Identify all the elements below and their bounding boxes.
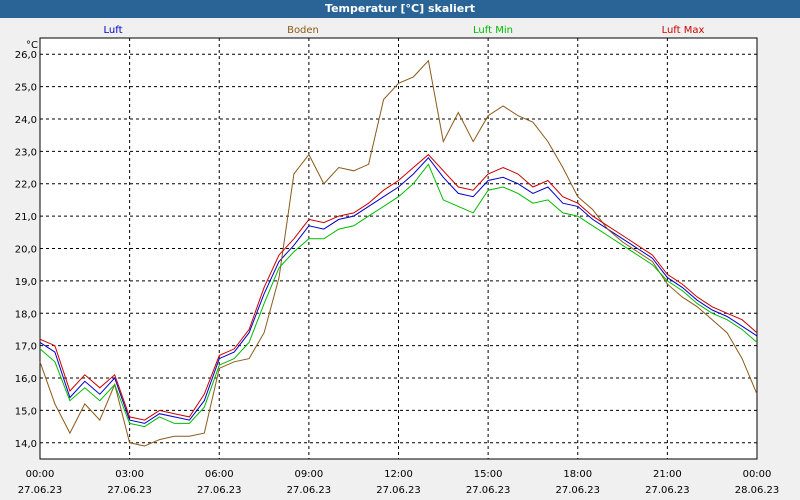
x-tick-time: 18:00 (563, 469, 592, 480)
x-tick-time: 15:00 (474, 469, 503, 480)
x-tick-time: 21:00 (653, 469, 682, 480)
x-tick-time: 12:00 (384, 469, 413, 480)
legend: Luft Boden Luft Min Luft Max (104, 25, 705, 36)
y-tick-label: 17,0 (15, 342, 37, 353)
window-title: Temperatur [°C] skaliert (0, 0, 800, 18)
y-tick-label: 16,0 (15, 374, 37, 385)
x-tick-time: 00:00 (743, 469, 772, 480)
legend-item-boden: Boden (287, 25, 319, 36)
y-tick-label: 20,0 (15, 245, 37, 256)
x-axis-ticks: 00:00 27.06.23 03:00 27.06.23 06:00 27.06.23 0… (18, 469, 780, 496)
temperature-chart: °C 14,015,016,017,018,019,020,021,022,02… (15, 25, 780, 496)
legend-item-luft: Luft (104, 25, 123, 36)
y-tick-label: 25,0 (15, 83, 37, 94)
x-tick-time: 03:00 (115, 469, 144, 480)
y-tick-label: 23,0 (15, 147, 37, 158)
y-tick-label: 22,0 (15, 180, 37, 191)
legend-item-luft-min: Luft Min (473, 25, 513, 36)
x-tick-date: 27.06.23 (197, 485, 242, 496)
x-tick-date: 27.06.23 (466, 485, 511, 496)
y-tick-label: 21,0 (15, 212, 37, 223)
y-tick-label: 19,0 (15, 277, 37, 288)
x-tick-time: 00:00 (26, 469, 55, 480)
x-tick-date: 27.06.23 (645, 485, 690, 496)
y-tick-label: 24,0 (15, 115, 37, 126)
x-tick-time: 06:00 (205, 469, 234, 480)
x-tick-date: 28.06.23 (735, 485, 780, 496)
x-tick-date: 27.06.23 (287, 485, 332, 496)
y-tick-label: 18,0 (15, 309, 37, 320)
x-tick-time: 09:00 (294, 469, 323, 480)
x-tick-date: 27.06.23 (376, 485, 421, 496)
y-tick-label: 26,0 (15, 50, 37, 61)
legend-item-luft-max: Luft Max (662, 25, 705, 36)
y-tick-label: 15,0 (15, 406, 37, 417)
x-tick-date: 27.06.23 (107, 485, 152, 496)
x-tick-date: 27.06.23 (555, 485, 600, 496)
y-tick-label: 14,0 (15, 439, 37, 450)
x-tick-date: 27.06.23 (18, 485, 63, 496)
y-axis-ticks: 14,0 15,0 16,0 17,0 18,0 19,0 20,0 21,0 22,0 23,0… (15, 50, 37, 450)
